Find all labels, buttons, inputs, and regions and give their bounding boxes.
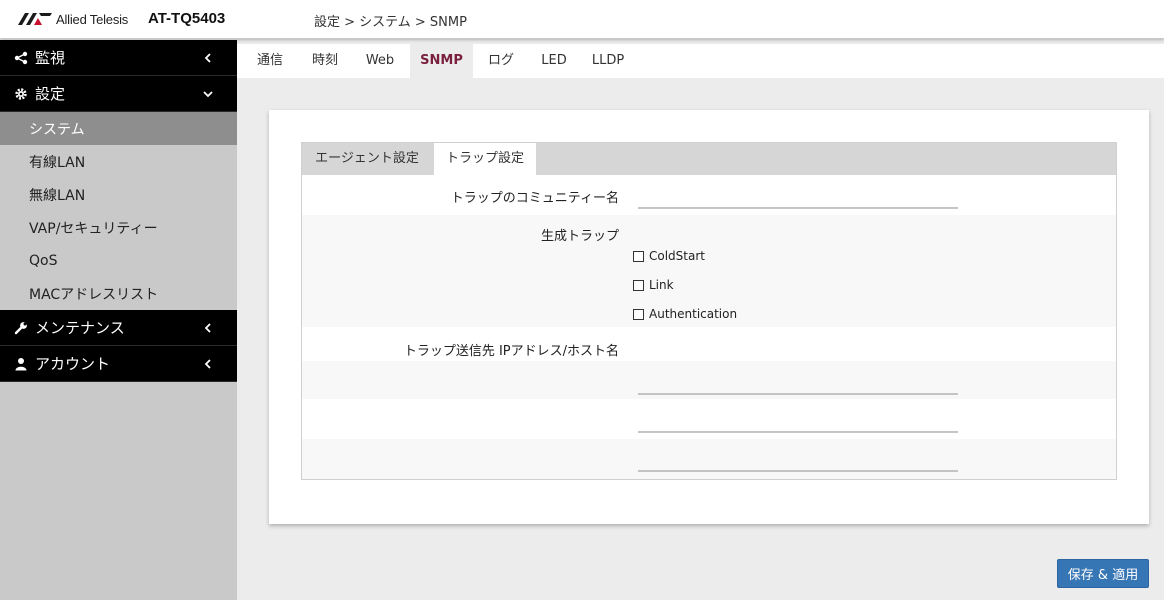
- checkbox-label: Authentication: [649, 307, 738, 321]
- chevron-down-icon: [201, 87, 215, 101]
- trap-host-row: [302, 439, 1116, 479]
- tab-lldp[interactable]: LLDP: [585, 44, 631, 78]
- user-icon: [13, 356, 29, 372]
- tab-trap-settings[interactable]: トラップ設定: [434, 143, 536, 175]
- tab-snmp[interactable]: SNMP: [410, 44, 473, 78]
- tab-web[interactable]: Web: [357, 44, 403, 78]
- sidebar-item-label: メンテナンス: [35, 319, 125, 337]
- community-label: トラップのコミュニティー名: [450, 191, 619, 206]
- allied-telesis-logo-icon: [18, 13, 52, 25]
- trap-host-input-3[interactable]: [638, 452, 958, 472]
- sidebar-subitem-vap-security[interactable]: VAP/セキュリティー: [0, 211, 237, 244]
- top-bar: Allied Telesis AT-TQ5403 設定 > システム > SNM…: [0, 0, 1164, 39]
- sidebar-item-account[interactable]: アカウント: [0, 346, 237, 382]
- sidebar-item-label: 監視: [35, 49, 66, 67]
- sidebar-item-monitor[interactable]: 監視: [0, 40, 237, 76]
- share-icon: [13, 50, 29, 66]
- trap-hosts-row: トラップ送信先 IPアドレス/ホスト名: [302, 327, 1116, 361]
- trap-authentication-option[interactable]: Authentication: [633, 307, 737, 321]
- authentication-checkbox[interactable]: [633, 308, 644, 320]
- link-checkbox[interactable]: [633, 279, 644, 291]
- generated-traps-label: 生成トラップ: [540, 229, 619, 244]
- chevron-left-icon: [201, 321, 215, 335]
- tab-log[interactable]: ログ: [478, 44, 524, 78]
- sidebar-subitem-wireless-lan[interactable]: 無線LAN: [0, 178, 237, 211]
- community-input[interactable]: [638, 189, 958, 209]
- wrench-icon: [13, 320, 29, 336]
- tab-communication[interactable]: 通信: [247, 44, 293, 78]
- brand-logo: Allied Telesis: [18, 10, 128, 28]
- sidebar: 監視 設定 システム 有線LAN 無線LAN VAP/セキュリティー QoS M…: [0, 40, 237, 600]
- device-model: AT-TQ5403: [148, 10, 226, 27]
- coldstart-checkbox[interactable]: [633, 250, 644, 262]
- checkbox-label: Link: [649, 278, 674, 292]
- brand-name: Allied Telesis: [56, 11, 129, 27]
- checkbox-label: ColdStart: [649, 249, 705, 263]
- trap-settings-panel: エージェント設定 トラップ設定 トラップのコミュニティー名 生成トラップ Col…: [301, 142, 1117, 480]
- breadcrumb: 設定 > システム > SNMP: [314, 15, 467, 30]
- settings-tabs: 通信 時刻 Web SNMP ログ LED LLDP: [237, 44, 1164, 78]
- tab-led[interactable]: LED: [531, 44, 577, 78]
- chevron-left-icon: [201, 357, 215, 371]
- snmp-settings-card: エージェント設定 トラップ設定 トラップのコミュニティー名 生成トラップ Col…: [269, 110, 1149, 524]
- community-row: トラップのコミュニティー名: [302, 175, 1116, 215]
- trap-hosts-label: トラップ送信先 IPアドレス/ホスト名: [403, 344, 619, 359]
- sidebar-item-label: アカウント: [35, 355, 111, 373]
- sidebar-subitem-qos[interactable]: QoS: [0, 244, 237, 277]
- sidebar-item-label: 設定: [35, 85, 66, 103]
- trap-coldstart-option[interactable]: ColdStart: [633, 249, 705, 263]
- sidebar-subitem-mac-address-list[interactable]: MACアドレスリスト: [0, 277, 237, 310]
- trap-host-row: [302, 361, 1116, 399]
- tab-agent-settings[interactable]: エージェント設定: [302, 143, 432, 175]
- tab-time[interactable]: 時刻: [302, 44, 348, 78]
- trap-host-input-1[interactable]: [638, 375, 958, 395]
- save-apply-button[interactable]: 保存 & 適用: [1057, 559, 1149, 588]
- panel-tabs: エージェント設定 トラップ設定: [302, 143, 1116, 175]
- trap-link-option[interactable]: Link: [633, 278, 674, 292]
- sidebar-subitem-wired-lan[interactable]: 有線LAN: [0, 145, 237, 178]
- sidebar-subitem-system[interactable]: システム: [0, 112, 237, 145]
- sidebar-item-maintenance[interactable]: メンテナンス: [0, 310, 237, 346]
- sidebar-item-settings[interactable]: 設定: [0, 76, 237, 112]
- chevron-left-icon: [201, 51, 215, 65]
- generated-traps-row: 生成トラップ ColdStart Link Authentication: [302, 215, 1116, 327]
- trap-host-row: [302, 399, 1116, 439]
- gear-icon: [13, 86, 29, 102]
- trap-host-input-2[interactable]: [638, 413, 958, 433]
